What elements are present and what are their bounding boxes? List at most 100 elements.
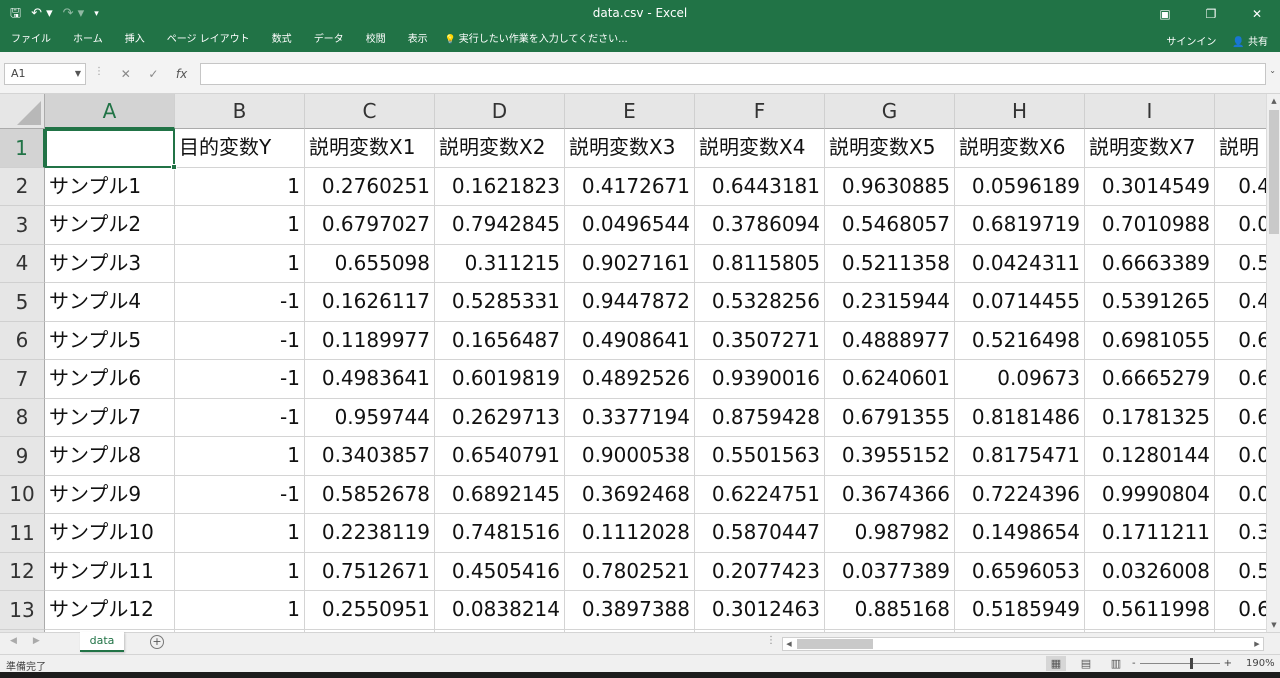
ribbon-tab-1[interactable]: ホーム [62, 28, 114, 52]
cell[interactable]: 0.2629713 [435, 398, 565, 437]
row-header[interactable]: 8 [0, 398, 45, 437]
cell[interactable]: 説明変数X1 [305, 129, 435, 168]
cell[interactable]: 0.1626117 [305, 283, 435, 322]
cell[interactable]: 0.1781325 [1085, 398, 1215, 437]
cell[interactable]: 0.6791355 [825, 398, 955, 437]
column-header[interactable]: B [175, 94, 305, 129]
cell[interactable]: 1 [175, 437, 305, 476]
row-header[interactable]: 2 [0, 167, 45, 206]
cell[interactable]: 説明変数X3 [565, 129, 695, 168]
cell[interactable]: 0.4892526 [565, 360, 695, 399]
cell[interactable]: 0.0377389 [825, 552, 955, 591]
page-layout-view-icon[interactable]: ▤ [1076, 656, 1096, 671]
vertical-scroll-thumb[interactable] [1269, 110, 1279, 234]
cell[interactable]: 1 [175, 206, 305, 245]
cell[interactable]: 0.4888977 [825, 321, 955, 360]
cell[interactable]: 0.9630885 [825, 167, 955, 206]
cell[interactable]: -1 [175, 360, 305, 399]
cell[interactable]: 0.5870447 [695, 514, 825, 553]
cell[interactable]: 0.8759428 [695, 398, 825, 437]
cell[interactable]: 0.6240601 [825, 360, 955, 399]
name-box[interactable]: A1 ▼ [4, 63, 86, 85]
cell[interactable]: 0.3012463 [695, 591, 825, 630]
horizontal-scrollbar[interactable]: ◀ ▶ [782, 637, 1264, 651]
column-header[interactable]: C [305, 94, 435, 129]
cell[interactable]: 0.3897388 [565, 591, 695, 630]
vertical-scrollbar[interactable]: ▲ ▼ [1266, 94, 1280, 632]
drag-handle-icon[interactable]: ⋮ [94, 66, 104, 77]
ribbon-tab-6[interactable]: 校閲 [355, 28, 397, 52]
cell[interactable]: 0.6981055 [1085, 321, 1215, 360]
cell[interactable]: 0.9390016 [695, 360, 825, 399]
cell[interactable]: 0.6797027 [305, 206, 435, 245]
cell[interactable]: 0.9000538 [565, 437, 695, 476]
column-header[interactable]: G [825, 94, 955, 129]
column-header[interactable] [1215, 94, 1266, 129]
cell[interactable]: 0.6596053 [955, 552, 1085, 591]
page-break-view-icon[interactable]: ▥ [1106, 656, 1126, 671]
cell[interactable]: 0.09673 [955, 360, 1085, 399]
cell[interactable]: -1 [175, 398, 305, 437]
cell[interactable]: 0.5 [1215, 245, 1266, 283]
cell[interactable]: サンプル12 [45, 591, 175, 630]
cell[interactable] [45, 129, 175, 168]
cell[interactable]: 0.6 [1215, 360, 1266, 399]
ribbon-tab-2[interactable]: 挿入 [114, 28, 156, 52]
cell[interactable]: 0.6 [1215, 591, 1266, 630]
restore-icon[interactable]: ❐ [1188, 0, 1234, 28]
column-header[interactable]: H [955, 94, 1085, 129]
cell[interactable]: 0.6892145 [435, 475, 565, 514]
sheet-prev-icon[interactable]: ◀ [10, 636, 17, 646]
cell[interactable]: 0.1189977 [305, 321, 435, 360]
cell[interactable]: 0.6019819 [435, 360, 565, 399]
cell[interactable]: 0.3377194 [565, 398, 695, 437]
cell[interactable]: 0.1498654 [955, 514, 1085, 553]
zoom-in-icon[interactable]: + [1224, 658, 1232, 669]
cell[interactable]: 0.1656487 [435, 321, 565, 360]
cell[interactable]: サンプル3 [45, 244, 175, 283]
cell[interactable]: 0.8175471 [955, 437, 1085, 476]
fill-handle[interactable] [171, 163, 177, 170]
cell[interactable]: -1 [175, 321, 305, 360]
cell[interactable]: 0.3674366 [825, 475, 955, 514]
row-header[interactable]: 13 [0, 591, 45, 630]
zoom-knob[interactable] [1189, 658, 1193, 669]
cell[interactable]: 0.0 [1215, 206, 1266, 245]
cell[interactable]: サンプル11 [45, 552, 175, 591]
cell[interactable]: 0.2315944 [825, 283, 955, 322]
cell[interactable]: 0.987982 [825, 514, 955, 553]
cell[interactable]: 0.6663389 [1085, 244, 1215, 283]
cell[interactable]: サンプル8 [45, 437, 175, 476]
check-icon[interactable]: ✓ [148, 67, 158, 81]
tab-split-handle-icon[interactable]: ⋮ [766, 635, 776, 646]
cell[interactable]: サンプル1 [45, 167, 175, 206]
cell[interactable]: 0.3786094 [695, 206, 825, 245]
cell[interactable]: 説明変数X5 [825, 129, 955, 168]
cell[interactable]: 0.5185949 [955, 591, 1085, 630]
cell[interactable]: 1 [175, 167, 305, 206]
horizontal-scroll-thumb[interactable] [797, 639, 873, 649]
cell[interactable]: 0.5501563 [695, 437, 825, 476]
cell[interactable]: 説明変数X2 [435, 129, 565, 168]
cell[interactable]: 0.4505416 [435, 552, 565, 591]
column-header[interactable]: F [695, 94, 825, 129]
row-header[interactable]: 12 [0, 552, 45, 591]
cell[interactable]: サンプル2 [45, 206, 175, 245]
cell[interactable]: 0.0596189 [955, 167, 1085, 206]
row-header[interactable]: 6 [0, 321, 45, 360]
cell[interactable]: サンプル10 [45, 514, 175, 553]
cell[interactable]: 0.5211358 [825, 244, 955, 283]
cell[interactable]: 0.7224396 [955, 475, 1085, 514]
cell[interactable]: 1 [175, 514, 305, 553]
cell[interactable]: 説明変数X4 [695, 129, 825, 168]
row-header[interactable]: 10 [0, 475, 45, 514]
cell[interactable]: 0.6819719 [955, 206, 1085, 245]
cell[interactable]: 0.8115805 [695, 244, 825, 283]
cell[interactable]: 0.0496544 [565, 206, 695, 245]
cell[interactable]: 0.2077423 [695, 552, 825, 591]
cell[interactable]: 0.8181486 [955, 398, 1085, 437]
ribbon-tab-7[interactable]: 表示 [397, 28, 439, 52]
undo-icon[interactable]: ↶ ▾ [31, 4, 53, 24]
cell[interactable]: 0.3 [1215, 514, 1266, 553]
zoom-track[interactable] [1139, 658, 1220, 669]
